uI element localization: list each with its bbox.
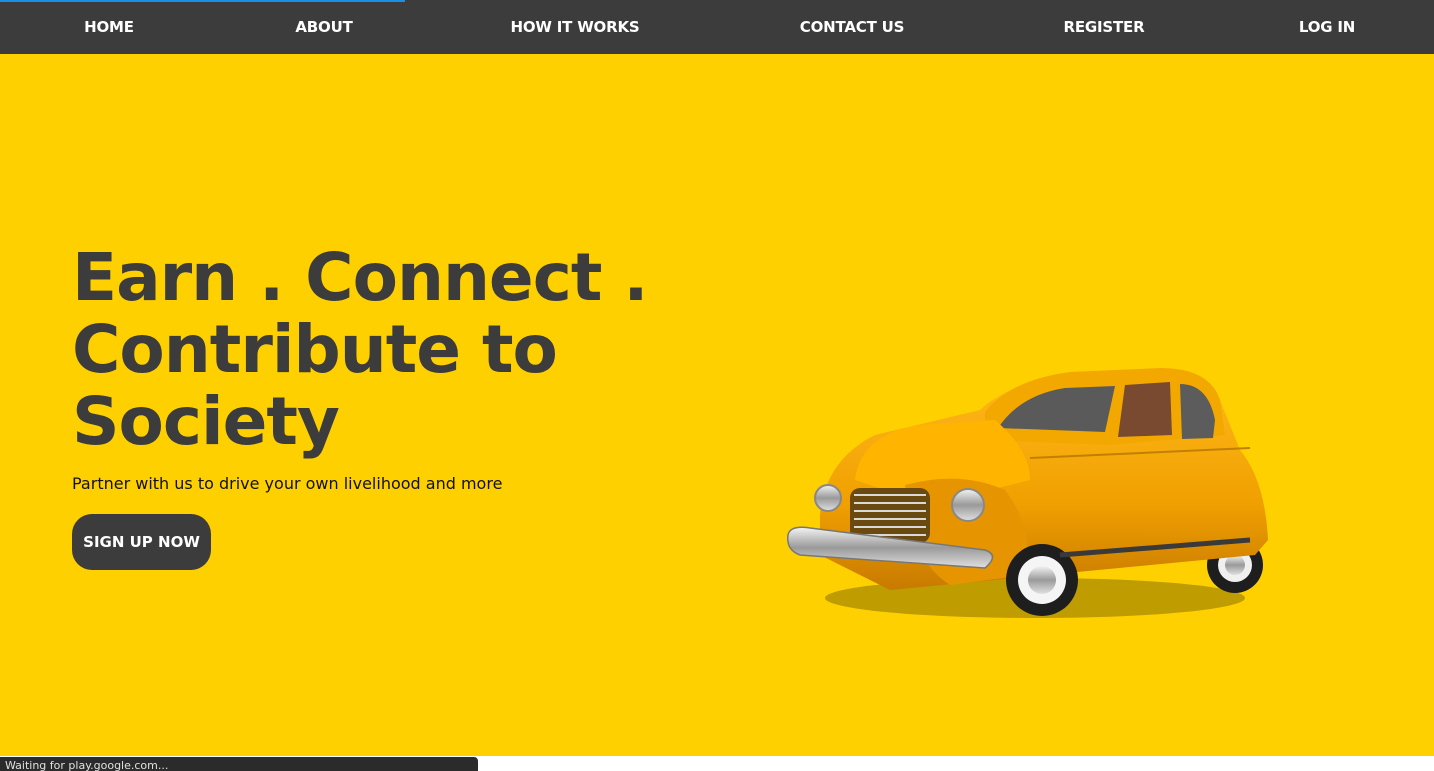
nav-link-how-it-works[interactable]: HOW IT WORKS [511, 0, 640, 54]
top-navigation: HOME ABOUT HOW IT WORKS CONTACT US REGIS… [0, 0, 1434, 54]
page: HOME ABOUT HOW IT WORKS CONTACT US REGIS… [0, 0, 1434, 771]
hero-subheadline: Partner with us to drive your own liveli… [72, 474, 503, 493]
hero-headline: Earn . Connect . Contribute to Society [72, 239, 648, 460]
vintage-taxi-car-image [787, 368, 1268, 618]
nav-link-register[interactable]: REGISTER [1064, 0, 1145, 54]
browser-status-bar: Waiting for play.google.com... [0, 757, 478, 771]
nav-link-contact-us[interactable]: CONTACT US [800, 0, 905, 54]
hero-section: Earn . Connect . Contribute to Society P… [0, 54, 1434, 756]
nav-link-home[interactable]: HOME [84, 0, 134, 54]
nav-link-log-in[interactable]: LOG IN [1299, 0, 1355, 54]
sign-up-now-button[interactable]: SIGN UP NOW [72, 514, 211, 570]
nav-link-about[interactable]: ABOUT [295, 0, 352, 54]
